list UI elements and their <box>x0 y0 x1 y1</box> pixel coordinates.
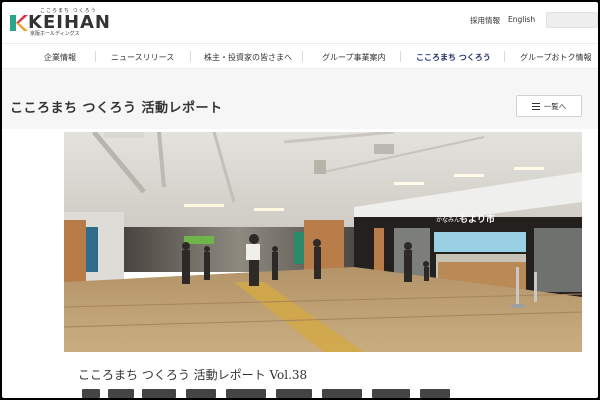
search-input[interactable] <box>546 12 598 28</box>
article-vol-title: こころまち つくろう 活動レポート Vol.38 <box>78 368 308 382</box>
store-sign: もより市 <box>459 213 495 225</box>
site-header: こころまち つくろう KEIHAN 京阪ホールディングス 採用情報 Englis… <box>2 2 598 42</box>
english-link[interactable]: English <box>508 15 535 24</box>
logo-company-name: 京阪ホールディングス <box>30 31 80 37</box>
nav-divider <box>190 51 191 62</box>
back-to-list-label: 一覧へ <box>543 101 567 111</box>
nav-item-investors[interactable]: 株主・投資家の皆さまへ <box>204 52 292 63</box>
article-heading-cut-off <box>78 387 498 398</box>
nav-item-corporate[interactable]: 企業情報 <box>44 52 76 63</box>
keihan-logo[interactable]: こころまち つくろう KEIHAN 京阪ホールディングス <box>8 7 118 37</box>
list-icon <box>531 102 540 110</box>
nav-item-group-business[interactable]: グループ事業案内 <box>322 52 386 63</box>
nav-item-news[interactable]: ニュースリリース <box>111 52 174 63</box>
keihan-k-mark-icon <box>10 15 28 31</box>
nav-item-group-deals[interactable]: グループおトク情報 <box>520 52 592 63</box>
back-to-list-button[interactable]: 一覧へ <box>516 95 582 117</box>
nav-divider <box>302 51 303 62</box>
page-title: こころまち つくろう 活動レポート <box>10 101 223 116</box>
store-sign-kana: かなみん <box>436 217 460 224</box>
hero-photo: かなみん もより市 <box>64 132 582 352</box>
browser-viewport: こころまち つくろう KEIHAN 京阪ホールディングス 採用情報 Englis… <box>2 2 598 398</box>
global-nav: 企業情報 ニュースリリース 株主・投資家の皆さまへ グループ事業案内 こころまち… <box>2 43 598 69</box>
nav-divider <box>95 51 96 62</box>
nav-divider <box>504 51 505 62</box>
recruit-link[interactable]: 採用情報 <box>470 15 500 26</box>
nav-item-kokoromachi[interactable]: こころまち つくろう <box>416 52 491 63</box>
nav-divider <box>400 51 401 62</box>
